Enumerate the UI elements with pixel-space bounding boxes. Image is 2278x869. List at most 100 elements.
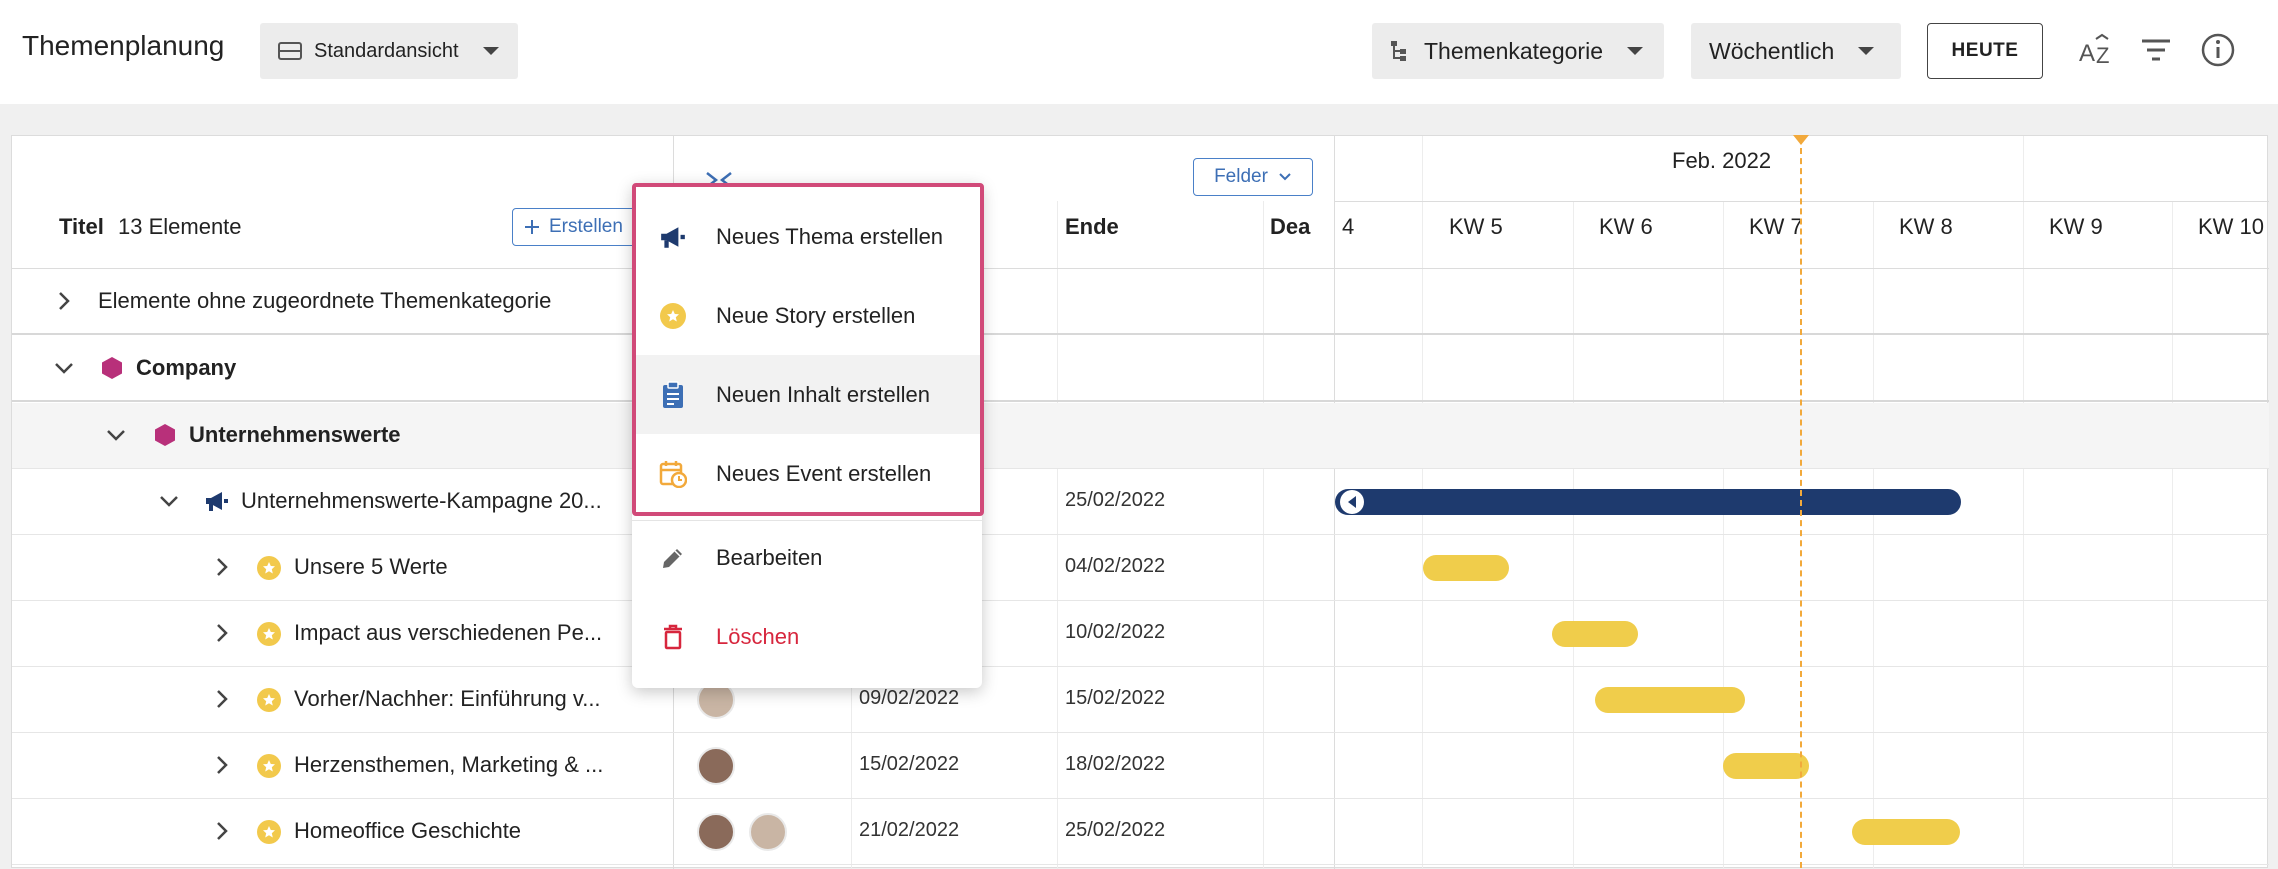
chevron-down-icon[interactable]	[52, 356, 76, 380]
today-button[interactable]: HEUTE	[1927, 23, 2043, 79]
chevron-down-icon	[1858, 47, 1875, 55]
chevron-down-icon[interactable]	[104, 423, 128, 447]
end-date: 25/02/2022	[1065, 819, 1166, 841]
hierarchy-icon	[1391, 41, 1406, 61]
menu-item-delete[interactable]: Löschen	[632, 597, 982, 676]
gantt-bar[interactable]	[1552, 621, 1638, 647]
menu-item-new-content[interactable]: Neuen Inhalt erstellen	[632, 355, 982, 434]
table-row[interactable]: Unternehmenswerte-Kampagne 20... 25/02/2…	[12, 469, 2269, 535]
grouping-dropdown[interactable]: Themenkategorie	[1372, 23, 1664, 79]
chevron-down-icon[interactable]	[157, 489, 181, 513]
chevron-right-icon[interactable]	[210, 819, 234, 843]
row-title: Homeoffice Geschichte	[294, 818, 522, 843]
plus-icon	[525, 220, 539, 234]
row-title: Impact aus verschiedenen Pe...	[294, 620, 603, 645]
avatar[interactable]	[697, 813, 735, 851]
end-date: 15/02/2022	[1065, 687, 1166, 709]
story-star-icon	[257, 556, 281, 580]
gantt-bar[interactable]	[1595, 687, 1745, 713]
gantt-panel: Titel 13 Elemente Erstellen Felder Ende …	[11, 135, 2269, 869]
megaphone-icon	[206, 492, 228, 511]
create-context-menu: Neues Thema erstellen Neue Story erstell…	[632, 183, 982, 688]
chevron-down-icon	[482, 47, 499, 55]
view-dropdown-label: Standardansicht	[314, 39, 459, 62]
create-button[interactable]: Erstellen	[512, 208, 652, 246]
row-title: Company	[136, 355, 237, 380]
week-label: KW 8	[1899, 214, 1953, 239]
week-label: KW 7	[1749, 214, 1803, 239]
row-title: Unsere 5 Werte	[294, 554, 448, 579]
end-date: 25/02/2022	[1065, 489, 1166, 511]
chevron-down-icon	[1279, 173, 1291, 181]
filter-icon[interactable]	[2136, 30, 2176, 70]
view-icon	[278, 42, 302, 60]
week-label: KW 6	[1599, 214, 1653, 239]
chevron-right-icon[interactable]	[210, 687, 234, 711]
gantt-bar[interactable]	[1423, 555, 1509, 581]
start-date: 09/02/2022	[859, 687, 960, 709]
scroll-left-icon[interactable]	[1340, 490, 1364, 514]
story-star-icon	[257, 622, 281, 646]
megaphone-icon	[658, 222, 688, 252]
trash-icon	[658, 622, 688, 652]
deadline-column-header: Dea	[1270, 214, 1311, 239]
table-row[interactable]: Elemente ohne zugeordnete Themenkategori…	[12, 269, 2269, 335]
week-label: KW 5	[1449, 214, 1503, 239]
menu-item-edit[interactable]: Bearbeiten	[632, 518, 982, 597]
category-hexagon-icon	[102, 357, 122, 379]
timeline-month: Feb. 2022	[1672, 148, 1772, 173]
table-row[interactable]: Herzensthemen, Marketing & ... 15/02/202…	[12, 733, 2269, 799]
gantt-bar[interactable]	[1335, 489, 1961, 515]
svg-text:Z: Z	[2096, 43, 2109, 67]
avatar[interactable]	[697, 747, 735, 785]
story-star-icon	[257, 820, 281, 844]
row-title: Unternehmenswerte-Kampagne 20...	[241, 488, 602, 513]
pencil-icon	[658, 543, 688, 573]
element-count: 13 Elemente	[118, 214, 242, 239]
menu-item-label: Neue Story erstellen	[716, 302, 916, 328]
menu-item-new-story[interactable]: Neue Story erstellen	[632, 276, 982, 355]
chevron-right-icon[interactable]	[210, 753, 234, 777]
chevron-right-icon[interactable]	[52, 289, 76, 313]
menu-item-label: Neues Event erstellen	[716, 460, 932, 486]
week-label: KW 10	[2198, 214, 2265, 239]
menu-item-new-topic[interactable]: Neues Thema erstellen	[632, 197, 982, 276]
week-label: KW 9	[2049, 214, 2103, 239]
table-row[interactable]: Impact aus verschiedenen Pe... 10/02/202…	[12, 601, 2269, 667]
chevron-right-icon[interactable]	[210, 621, 234, 645]
info-icon[interactable]	[2198, 30, 2238, 70]
grouping-dropdown-label: Themenkategorie	[1424, 37, 1603, 64]
row-title: Elemente ohne zugeordnete Themenkategori…	[98, 288, 552, 313]
table-row[interactable]: Homeoffice Geschichte 21/02/2022 25/02/2…	[12, 799, 2269, 865]
menu-item-label: Neuen Inhalt erstellen	[716, 381, 931, 407]
view-dropdown[interactable]: Standardansicht	[260, 23, 518, 79]
story-star-icon	[257, 754, 281, 778]
table-row[interactable]: Company	[12, 336, 2269, 402]
gantt-bar[interactable]	[1852, 819, 1960, 845]
star-icon	[658, 301, 688, 331]
calendar-clock-icon	[658, 459, 688, 489]
table-row[interactable]: Vorher/Nachher: Einführung v... 09/02/20…	[12, 667, 2269, 733]
avatar[interactable]	[749, 813, 787, 851]
top-toolbar: Themenplanung Standardansicht Themenkate…	[0, 0, 2278, 104]
end-date: 10/02/2022	[1065, 621, 1166, 643]
title-column-header: Titel	[59, 214, 104, 239]
chevron-right-icon[interactable]	[210, 555, 234, 579]
create-button-label: Erstellen	[549, 216, 623, 237]
svg-text:A: A	[2079, 40, 2095, 67]
row-title: Vorher/Nachher: Einführung v...	[294, 686, 601, 711]
menu-item-label: Löschen	[716, 623, 800, 649]
gantt-bar[interactable]	[1723, 753, 1809, 779]
chevron-down-icon	[1627, 47, 1643, 55]
page-title: Themenplanung	[22, 30, 225, 61]
menu-item-new-event[interactable]: Neues Event erstellen	[632, 434, 982, 513]
table-row[interactable]: Unternehmenswerte	[12, 403, 2269, 469]
clipboard-icon	[658, 380, 688, 410]
sort-az-icon[interactable]: AZ	[2076, 30, 2116, 70]
fields-button-label: Felder	[1214, 166, 1268, 187]
period-dropdown-label: Wöchentlich	[1709, 37, 1835, 64]
period-dropdown[interactable]: Wöchentlich	[1691, 23, 1901, 79]
fields-button[interactable]: Felder	[1193, 158, 1313, 196]
table-row[interactable]: Unsere 5 Werte 04/02/2022	[12, 535, 2269, 601]
week-label: 4	[1342, 214, 1355, 239]
